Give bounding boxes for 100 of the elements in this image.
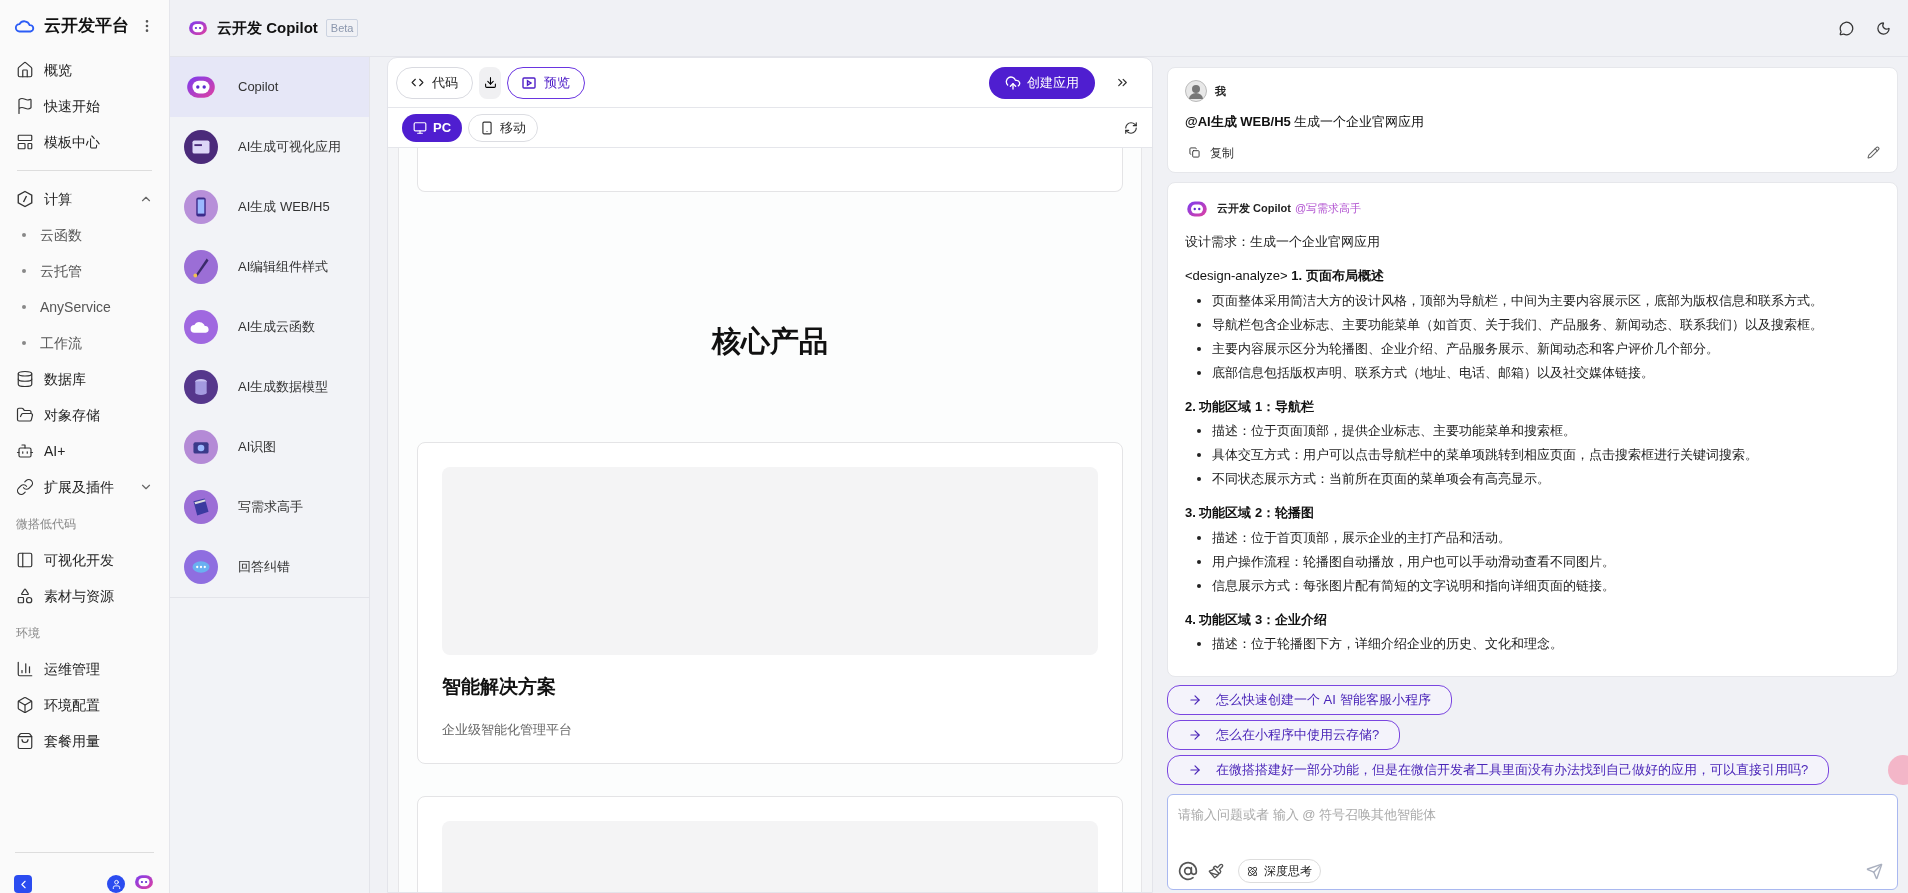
database-icon <box>184 370 218 404</box>
nav-item[interactable]: 对象存储 <box>2 397 167 433</box>
agent-tag: @写需求高手 <box>1294 200 1362 217</box>
nav-subitem[interactable]: 云函数 <box>2 217 167 253</box>
edit-icon[interactable] <box>1867 146 1880 159</box>
folder-icon <box>16 406 34 424</box>
bullet-text: 底部信息包括版权声明、联系方式（地址、电话、邮箱）以及社交媒体链接。 <box>1212 363 1654 382</box>
beta-badge: Beta <box>325 18 359 38</box>
nav-item[interactable]: 模板中心 <box>2 124 167 160</box>
section-heading: 核心产品 <box>712 324 828 360</box>
header-title: 云开发 Copilot <box>217 17 318 38</box>
bullet-text: 主要内容展示区分为轮播图、企业介绍、产品服务展示、新闻动态和客户评价几个部分。 <box>1212 339 1719 358</box>
agent-item[interactable]: AI生成可视化应用 <box>170 117 369 177</box>
bullet-text: 页面整体采用简洁大方的设计风格，顶部为导航栏，中间为主要内容展示区，底部为版权信息和联系方式。 <box>1212 291 1823 310</box>
bullet-text: 描述：位于首页顶部，展示企业的主打产品和活动。 <box>1212 528 1511 547</box>
section-heading: 4. 功能区域 3：企业介绍 <box>1185 610 1329 629</box>
cube-icon <box>16 696 34 714</box>
agent-item[interactable]: AI生成数据模型 <box>170 357 369 417</box>
suggestion-chip[interactable]: 怎么快速创建一个 AI 智能客服小程序 <box>1167 684 1452 715</box>
nav-item[interactable]: 快速开始 <box>2 88 167 124</box>
bullet-text: 描述：位于轮播图下方，详细介绍企业的历史、文化和理念。 <box>1212 635 1563 653</box>
agent-item[interactable]: Copilot <box>170 57 369 117</box>
nav-subitem[interactable]: 工作流 <box>2 325 167 361</box>
agent-item[interactable]: 写需求高手 <box>170 477 369 537</box>
cloud-icon <box>184 310 218 344</box>
bag-icon <box>16 732 34 750</box>
bullet-text: 用户操作流程：轮播图自动播放，用户也可以手动滑动查看不同图片。 <box>1212 552 1615 571</box>
agent-item[interactable]: AI生成云函数 <box>170 297 369 357</box>
chat-input[interactable]: 请输入问题或者 输入 @ 符号召唤其他智能体 深度思考 <box>1167 793 1898 890</box>
bullet-text: 信息展示方式：每张图片配有简短的文字说明和指向详细页面的链接。 <box>1212 576 1615 595</box>
collapse-button[interactable] <box>14 875 32 893</box>
camera-icon <box>184 430 218 464</box>
create-app-button[interactable]: 创建应用 <box>989 66 1095 99</box>
code-icon <box>411 76 424 89</box>
hexagon-icon <box>16 190 34 208</box>
copy-icon <box>1189 147 1200 158</box>
suggestion-chip[interactable]: 怎么在小程序中使用云存储? <box>1167 719 1401 750</box>
chart-icon <box>16 660 34 678</box>
download-icon <box>483 76 497 89</box>
section-heading: 3. 功能区域 2：轮播图 <box>1185 504 1316 522</box>
input-field[interactable]: 请输入问题或者 输入 @ 符号召唤其他智能体 <box>1178 804 1887 824</box>
chat-icon[interactable] <box>1839 20 1854 36</box>
home-icon <box>16 61 34 79</box>
bullet-text: 导航栏包含企业标志、主要功能菜单（如首页、关于我们、产品服务、新闻动态、联系我们）以及搜索框。 <box>1212 315 1823 334</box>
nav-item[interactable]: 素材与资源 <box>2 578 167 614</box>
nav-item[interactable]: 计算 <box>2 181 167 217</box>
moon-icon[interactable] <box>1876 20 1891 36</box>
download-button[interactable] <box>479 66 501 99</box>
phone-icon <box>184 190 218 224</box>
book-icon <box>184 490 218 524</box>
brush-icon <box>184 250 218 284</box>
database-icon <box>16 370 34 388</box>
nav-item[interactable]: 环境配置 <box>2 687 167 723</box>
link-icon <box>16 478 34 496</box>
section-heading: 2. 功能区域 1：导航栏 <box>1185 397 1316 416</box>
nav-item[interactable]: AI+ <box>2 433 167 469</box>
person-avatar-icon <box>1185 80 1207 102</box>
template-icon <box>16 133 34 151</box>
at-sign-icon[interactable] <box>1178 861 1198 881</box>
reply-intro: 设计需求：生成一个企业官网应用 <box>1185 232 1381 251</box>
device-tab[interactable]: PC <box>402 113 463 142</box>
author-name: 我 <box>1215 83 1226 99</box>
agent-item[interactable]: AI识图 <box>170 417 369 477</box>
flag-icon <box>16 97 34 115</box>
window-icon <box>184 130 218 164</box>
section-label: 环境 <box>16 624 40 642</box>
bullet-text: 描述：位于页面顶部，提供企业标志、主要功能菜单和搜索框。 <box>1212 422 1576 440</box>
brush-icon[interactable] <box>1208 863 1224 879</box>
shapes-icon <box>16 587 34 605</box>
section-label: 微搭低代码 <box>16 515 76 533</box>
nav-item[interactable]: 运维管理 <box>2 651 167 687</box>
nav-subitem[interactable]: AnyService <box>2 289 167 325</box>
nav-subitem[interactable]: 云托管 <box>2 253 167 289</box>
user-avatar-icon[interactable] <box>107 875 125 893</box>
brand-name: 云开发平台 <box>44 15 130 38</box>
agent-item[interactable]: AI生成 WEB/H5 <box>170 177 369 237</box>
card-subtitle: 企业级智能化管理平台 <box>442 720 573 739</box>
author-name: 云开发 Copilot <box>1217 201 1291 217</box>
cloud-upload-icon <box>1005 74 1021 91</box>
section-heading: <design-analyze> 1. 页面布局概述 <box>1185 267 1385 285</box>
suggestion-chip[interactable]: 在微搭搭建好一部分功能，但是在微信开发者工具里面没有办法找到自己做好的应用，可以直接引用吗? <box>1167 754 1830 785</box>
phone-icon <box>480 120 495 135</box>
play-screen-icon <box>522 76 536 89</box>
refresh-icon[interactable] <box>1124 120 1138 135</box>
nav-item[interactable]: 扩展及插件 <box>2 469 167 505</box>
nav-item[interactable]: 套餐用量 <box>2 723 167 759</box>
bullet-text: 不同状态展示方式：当前所在页面的菜单项会有高亮显示。 <box>1212 470 1550 488</box>
agent-item[interactable]: 回答纠错 <box>170 537 369 597</box>
monitor-icon <box>413 120 427 135</box>
panel-icon <box>16 551 34 569</box>
copy-button[interactable]: 复制 <box>1185 143 1234 162</box>
atom-icon <box>1247 865 1258 877</box>
nav-item[interactable]: 概览 <box>2 52 167 88</box>
robot-icon <box>16 442 34 460</box>
chat-bubble-icon <box>184 550 218 584</box>
nav-item[interactable]: 可视化开发 <box>2 542 167 578</box>
bullet-text: 具体交互方式：用户可以点击导航栏中的菜单项跳转到相应页面，点击搜索框进行关键词搜索。 <box>1212 446 1758 464</box>
nav-item[interactable]: 数据库 <box>2 361 167 397</box>
message-text: @AI生成 WEB/H5 生成一个企业官网应用 <box>1185 113 1426 131</box>
agent-item[interactable]: AI编辑组件样式 <box>170 237 369 297</box>
